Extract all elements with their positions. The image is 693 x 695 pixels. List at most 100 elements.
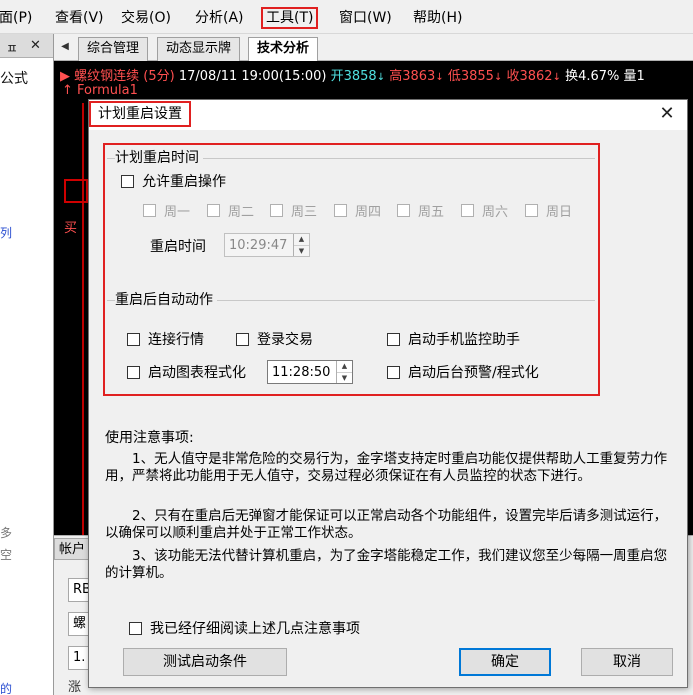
mobile-monitor-label: 启动手机监控助手: [408, 332, 520, 348]
chart-program-time-value: 11:28:50: [272, 364, 331, 380]
chart-formula-name: Formula1: [77, 83, 138, 98]
chart-formula-arrow-icon: ↑: [62, 83, 73, 98]
restart-time-spinner[interactable]: 10:29:47 ▲ ▼: [224, 233, 310, 257]
menu-item-tools[interactable]: 工具(T): [261, 7, 319, 29]
day-label: 周四: [355, 204, 382, 220]
checkbox-box: [525, 203, 538, 217]
checkbox-box: [397, 203, 410, 217]
close-icon[interactable]: ✕: [30, 38, 41, 53]
login-trade-checkbox[interactable]: 登录交易: [236, 330, 313, 348]
checkbox-box: [461, 203, 474, 217]
restart-time-label: 重启时间: [150, 239, 206, 255]
day-label: 周三: [291, 204, 318, 220]
day-wednesday-checkbox[interactable]: 周三: [270, 201, 318, 220]
acknowledge-checkbox[interactable]: 我已经仔细阅读上述几点注意事项: [129, 619, 360, 637]
cancel-button[interactable]: 取消: [581, 648, 673, 676]
connect-quotes-checkbox[interactable]: 连接行情: [127, 330, 204, 348]
checkbox-box: [387, 332, 400, 346]
tab-dynamic-board[interactable]: 动态显示牌: [157, 37, 241, 61]
chart-program-checkbox[interactable]: 启动图表程式化: [127, 363, 246, 381]
chart-interval: (5分): [143, 69, 175, 84]
dialog-titlebar: 计划重启设置 ✕: [89, 100, 687, 130]
checkbox-box: [270, 203, 283, 217]
day-label: 周一: [164, 204, 191, 220]
left-panel-label-formula: 公式: [0, 71, 28, 87]
chart-axis-line: [82, 103, 84, 535]
checkbox-box: [236, 332, 249, 346]
chart-low: 低3855: [447, 69, 494, 84]
checkbox-box: [127, 332, 140, 346]
chart-open: 开3858: [330, 69, 377, 84]
checkbox-box: [207, 203, 220, 217]
restart-time-value: 10:29:47: [229, 237, 288, 253]
day-monday-checkbox[interactable]: 周一: [143, 201, 191, 220]
checkbox-box: [129, 621, 142, 635]
ok-button[interactable]: 确定: [459, 648, 551, 676]
test-start-conditions-button[interactable]: 测试启动条件: [123, 648, 287, 676]
chart-datetime: 17/08/11 19:00(15:00): [178, 69, 327, 84]
day-friday-checkbox[interactable]: 周五: [397, 201, 445, 220]
connect-quotes-label: 连接行情: [148, 332, 204, 348]
note-3: 3、该功能无法代替计算机重启，为了金字塔能稳定工作，我们建议您至少每隔一周重启您…: [105, 548, 668, 581]
checkbox-box: [127, 365, 140, 379]
chart-program-time-spinner[interactable]: 11:28:50 ▲ ▼: [267, 360, 353, 384]
group-label-auto-action: 重启后自动动作: [115, 289, 217, 309]
spinner-arrows[interactable]: ▲ ▼: [293, 234, 309, 256]
chart-symbol: 螺纹钢连续: [74, 69, 140, 84]
left-panel-text-long: 多: [0, 526, 13, 540]
chart-arrow-icon: ▶: [60, 69, 70, 84]
day-label: 周五: [418, 204, 445, 220]
chart-volume: 量1: [623, 69, 645, 84]
chart-close: 收3862: [506, 69, 553, 84]
chart-low-arrow-icon: ↓: [493, 72, 503, 83]
chart-open-arrow-icon: ↓: [376, 72, 386, 83]
tab-scroll-left-icon[interactable]: ◀: [58, 39, 72, 55]
background-alert-label: 启动后台预警/程式化: [408, 365, 539, 381]
left-panel-link-bottom[interactable]: 的: [0, 680, 12, 695]
day-thursday-checkbox[interactable]: 周四: [334, 201, 382, 220]
menu-item-trade[interactable]: 交易(O): [118, 7, 174, 29]
chart-header: ▶ 螺纹钢连续 (5分) 17/08/11 19:00(15:00) 开3858…: [60, 65, 645, 84]
checkbox-box: [387, 365, 400, 379]
spinner-arrows[interactable]: ▲ ▼: [336, 361, 352, 383]
tab-technical-analysis[interactable]: 技术分析: [248, 37, 319, 62]
allow-restart-label: 允许重启操作: [142, 174, 226, 190]
day-label: 周日: [546, 204, 573, 220]
day-label: 周二: [228, 204, 255, 220]
note-2: 2、只有在重启后无弹窗才能保证可以正常启动各个功能组件，设置完毕后请多测试运行，…: [105, 508, 668, 541]
day-tuesday-checkbox[interactable]: 周二: [207, 201, 255, 220]
pin-icon[interactable]: ㅍ: [6, 38, 18, 57]
menu-item-analysis[interactable]: 分析(A): [192, 7, 247, 29]
group-label-restart-time: 计划重启时间: [115, 147, 203, 167]
checkbox-box: [334, 203, 347, 217]
chart-program-label: 启动图表程式化: [148, 365, 246, 381]
login-trade-label: 登录交易: [257, 332, 313, 348]
chart-close-arrow-icon: ↓: [552, 72, 561, 83]
left-panel-header: ㅍ ✕: [0, 34, 53, 58]
close-icon[interactable]: ✕: [657, 104, 677, 124]
spin-up-icon[interactable]: ▲: [337, 361, 352, 372]
tab-bar: ◀ 综合管理 动态显示牌 技术分析: [54, 34, 693, 62]
mobile-monitor-checkbox[interactable]: 启动手机监控助手: [387, 330, 520, 348]
day-saturday-checkbox[interactable]: 周六: [461, 201, 508, 220]
menu-item-0[interactable]: 面(P): [0, 7, 35, 29]
spin-down-icon[interactable]: ▼: [337, 371, 352, 384]
schedule-restart-dialog: 计划重启设置 ✕ 计划重启时间 允许重启操作 周一 周二 周三 周四 周五 周六…: [88, 99, 688, 688]
left-panel-link-list[interactable]: 列: [0, 224, 12, 241]
tab-general-management[interactable]: 综合管理: [78, 37, 149, 61]
left-panel-text-short: 空: [0, 548, 13, 562]
spin-up-icon[interactable]: ▲: [294, 234, 309, 245]
spin-down-icon[interactable]: ▼: [294, 244, 309, 257]
menu-item-help[interactable]: 帮助(H): [410, 7, 465, 29]
background-alert-checkbox[interactable]: 启动后台预警/程式化: [387, 363, 539, 381]
allow-restart-checkbox[interactable]: 允许重启操作: [121, 172, 226, 190]
notes-heading: 使用注意事项:: [105, 430, 194, 446]
note-1: 1、无人值守是非常危险的交易行为，金字塔支持定时重启功能仅提供帮助人工重复劳力作…: [105, 451, 668, 484]
menubar: 面(P) 查看(V) 交易(O) 分析(A) 工具(T) 窗口(W) 帮助(H): [0, 0, 693, 34]
chart-buy-mark: 买: [64, 221, 78, 236]
menu-item-window[interactable]: 窗口(W): [336, 7, 395, 29]
chart-turnover: 换4.67%: [565, 69, 620, 84]
checkbox-box: [121, 174, 134, 188]
menu-item-view[interactable]: 查看(V): [52, 7, 107, 29]
day-sunday-checkbox[interactable]: 周日: [525, 201, 573, 220]
